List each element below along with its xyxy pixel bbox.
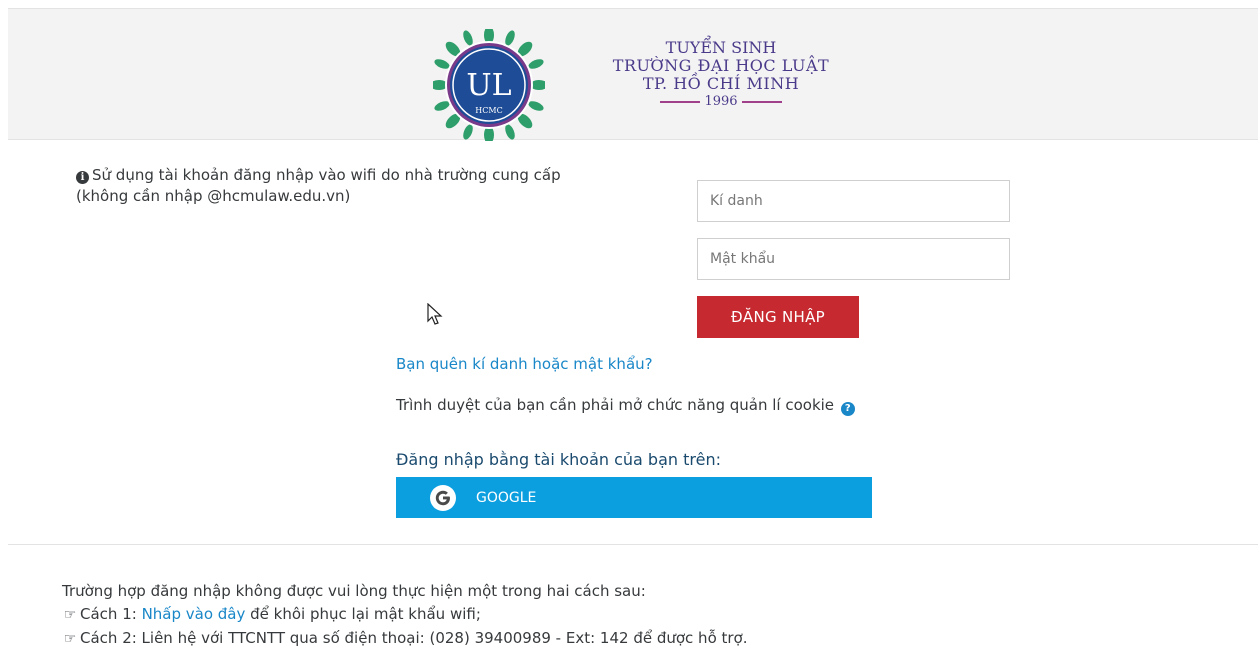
logo-divider-right [741,101,782,103]
google-login-button[interactable]: GOOGLE [396,477,872,518]
svg-text:HCMC: HCMC [475,106,502,115]
way1-prefix: Cách 1: [80,605,142,623]
password-input[interactable]: Mật khẩu [697,238,1010,280]
info-line-2: (không cần nhập @hcmulaw.edu.vn) [76,187,351,205]
way2-text: Cách 2: Liên hệ với TTCNTT qua số điện t… [80,629,748,647]
login-button[interactable]: ĐĂNG NHẬP [697,296,859,338]
google-button-label: GOOGLE [476,489,537,506]
mouse-pointer-icon [427,303,443,325]
footer-intro: Trường hợp đăng nhập không được vui lòng… [62,582,646,600]
info-line-1: Sử dụng tài khoản đăng nhập vào wifi do … [92,166,561,184]
help-footer: Trường hợp đăng nhập không được vui lòng… [62,580,1252,651]
hand-pointer-icon: ☞ [63,631,77,647]
oauth-heading: Đăng nhập bằng tài khoản của bạn trên: [396,450,721,469]
university-logo[interactable]: UL HCMC [433,29,545,141]
recover-wifi-password-link[interactable]: Nhấp vào đây [142,605,246,623]
username-input[interactable]: Kí danh [697,180,1010,222]
footer-way-1: ☞ Cách 1: Nhấp vào đây để khôi phục lại m… [62,603,1252,627]
cookie-notice: Trình duyệt của bạn cần phải mở chức năn… [396,395,876,416]
svg-text:UL: UL [466,68,511,103]
logo-divider-left [660,101,701,103]
footer-way-2: ☞ Cách 2: Liên hệ với TTCNTT qua số điện … [62,627,1252,651]
logo-wordmark: TUYỂN SINH TRƯỜNG ĐẠI HỌC LUẬT TP. HỒ CH… [581,39,861,111]
way1-suffix: để khôi phục lại mật khẩu wifi; [245,605,481,623]
google-logo-icon [430,484,456,511]
logo-line-university: TRƯỜNG ĐẠI HỌC LUẬT [612,56,830,75]
section-divider [8,544,1258,545]
question-circle-icon[interactable]: ? [840,402,855,416]
logo-year: 1996 [704,94,738,109]
password-placeholder: Mật khẩu [710,251,776,267]
login-instructions: i Sử dụng tài khoản đăng nhập vào wifi do… [76,165,686,207]
info-circle-icon: i [76,171,89,184]
logo-line-city: TP. HỒ CHÍ MINH [642,74,800,93]
cookie-notice-text: Trình duyệt của bạn cần phải mở chức năn… [396,396,835,414]
username-placeholder: Kí danh [710,193,763,209]
site-header: UL HCMC TUYỂN SINH TRƯỜNG ĐẠI HỌC LUẬT T… [8,8,1258,141]
forgot-password-link[interactable]: Bạn quên kí danh hoặc mật khẩu? [396,355,653,373]
logo-year-row: 1996 [581,93,861,111]
hand-pointer-icon: ☞ [63,607,77,623]
logo-line-admissions: TUYỂN SINH [665,38,777,57]
